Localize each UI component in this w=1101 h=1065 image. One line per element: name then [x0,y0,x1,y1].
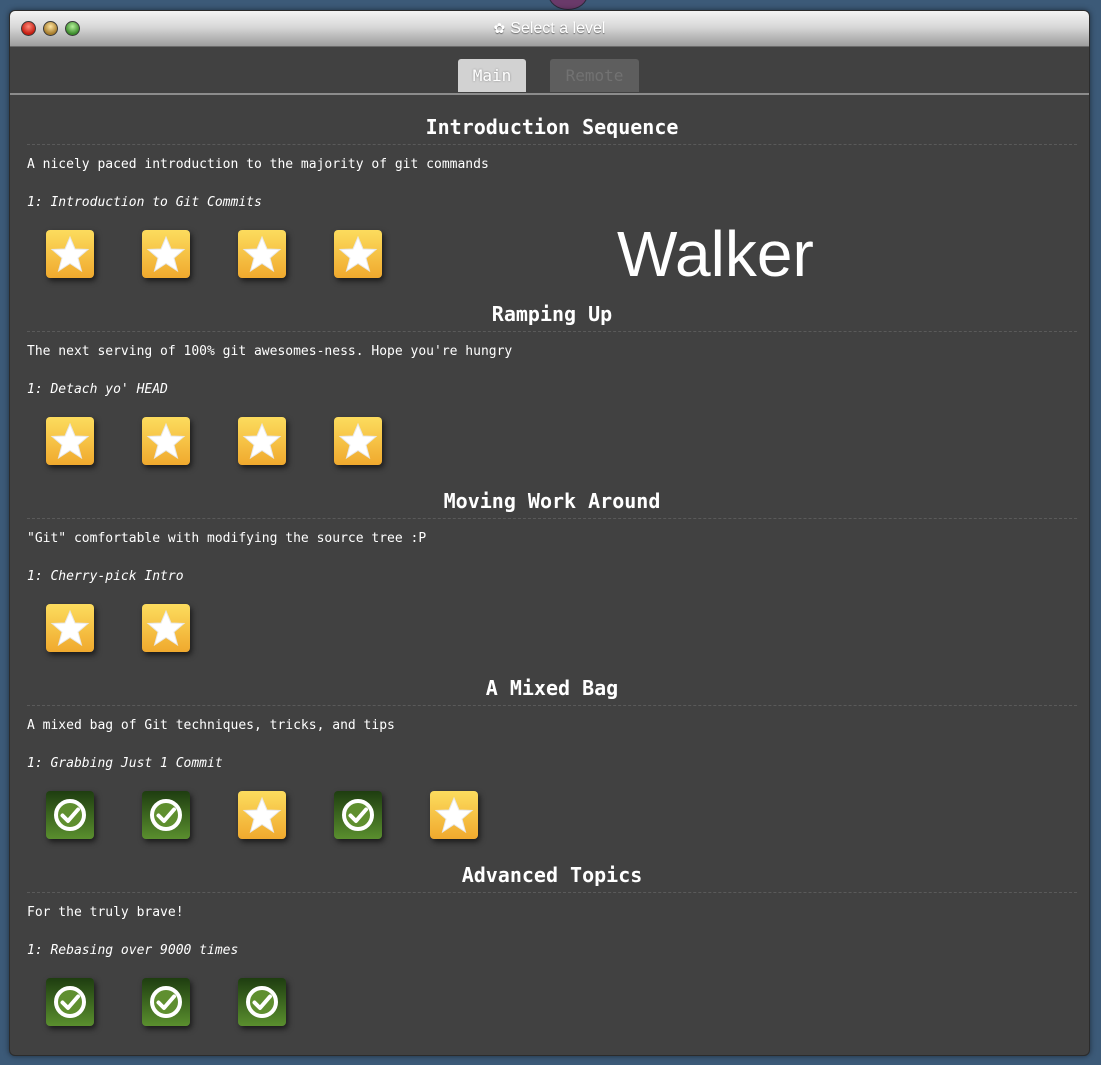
tab-main[interactable]: Main [458,59,526,92]
level-select-window: ✿ Select a level Main Remote Introductio… [9,10,1090,1056]
level-name: 1: Grabbing Just 1 Commit [27,756,223,771]
level-icons [27,604,1077,652]
sequence-description: For the truly brave! [27,905,184,920]
level-completed-button[interactable] [334,791,382,839]
level-star-button[interactable] [238,791,286,839]
check-icon [52,797,88,833]
level-completed-button[interactable] [142,791,190,839]
check-icon [340,797,376,833]
level-star-button[interactable] [46,417,94,465]
sequence-title: Introduction Sequence [27,95,1077,145]
level-icons [27,978,1077,1026]
walker-overlay-text: Walker [617,218,814,290]
star-icon [146,608,186,648]
check-icon [244,984,280,1020]
window-title: ✿ Select a level [10,11,1089,46]
check-icon [148,797,184,833]
level-star-button[interactable] [142,604,190,652]
level-star-button[interactable] [238,417,286,465]
level-icons [27,230,1077,278]
star-icon [338,234,378,274]
title-bar: ✿ Select a level [10,11,1089,47]
sequence-section: Advanced Topics For the truly brave! 1: … [27,843,1077,1030]
star-icon [50,234,90,274]
level-completed-button[interactable] [46,978,94,1026]
level-name: 1: Introduction to Git Commits [27,195,262,210]
sequence-title: Ramping Up [27,282,1077,332]
star-icon [146,234,186,274]
star-icon [338,421,378,461]
sequence-description: A mixed bag of Git techniques, tricks, a… [27,718,395,733]
level-completed-button[interactable] [46,791,94,839]
level-star-button[interactable] [46,604,94,652]
window-title-text: Select a level [510,19,606,37]
star-icon [146,421,186,461]
star-icon [242,234,282,274]
level-name: 1: Detach yo' HEAD [27,382,168,397]
tab-remote[interactable]: Remote [550,59,639,92]
level-star-button[interactable] [334,417,382,465]
sequence-title: Advanced Topics [27,843,1077,893]
star-icon [242,795,282,835]
star-icon [50,608,90,648]
level-star-button[interactable] [238,230,286,278]
level-star-button[interactable] [142,417,190,465]
sequence-list: Introduction Sequence A nicely paced int… [10,95,1089,1030]
level-completed-button[interactable] [142,978,190,1026]
sequence-section: Ramping Up The next serving of 100% git … [27,282,1077,469]
check-icon [148,984,184,1020]
level-star-button[interactable] [334,230,382,278]
level-star-button[interactable] [142,230,190,278]
sequence-section: Introduction Sequence A nicely paced int… [27,95,1077,290]
level-star-button[interactable] [46,230,94,278]
level-icons [27,791,1077,839]
sequence-section: Moving Work Around "Git" comfortable wit… [27,469,1077,656]
sequence-description: "Git" comfortable with modifying the sou… [27,531,427,546]
sequence-title: A Mixed Bag [27,656,1077,706]
sequence-description: The next serving of 100% git awesomes-ne… [27,344,513,359]
tab-bar: Main Remote [10,47,1089,95]
star-icon [242,421,282,461]
check-icon [52,984,88,1020]
sequence-section: A Mixed Bag A mixed bag of Git technique… [27,656,1077,843]
sequence-title: Moving Work Around [27,469,1077,519]
sequence-description: A nicely paced introduction to the major… [27,157,489,172]
level-icons [27,417,1077,465]
level-star-button[interactable] [430,791,478,839]
level-name: 1: Rebasing over 9000 times [27,943,239,958]
level-completed-button[interactable] [238,978,286,1026]
star-icon [434,795,474,835]
level-name: 1: Cherry-pick Intro [27,569,184,584]
background-circle [548,0,588,10]
gear-icon: ✿ [493,20,506,36]
star-icon [50,421,90,461]
